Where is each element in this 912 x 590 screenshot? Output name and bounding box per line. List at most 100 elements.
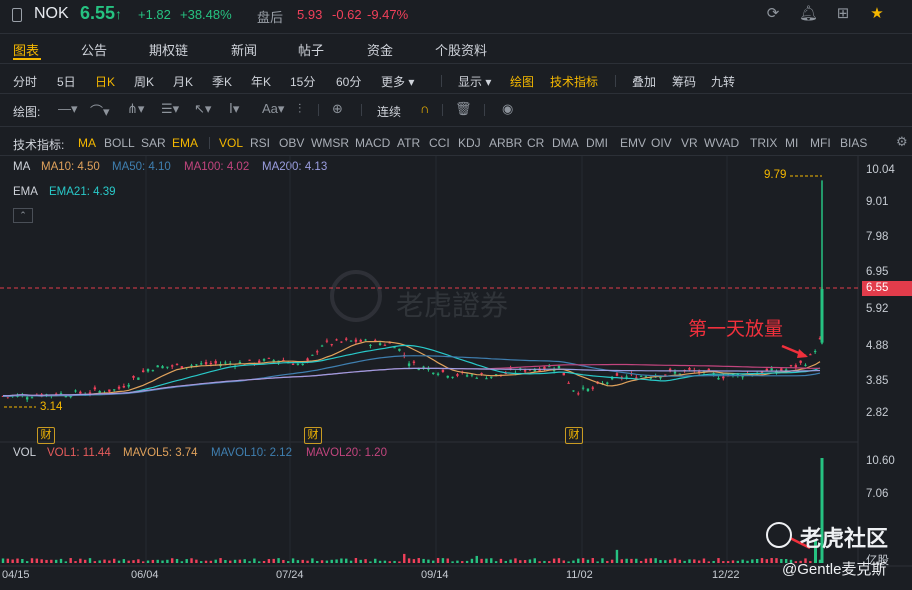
candle-body — [190, 365, 193, 367]
annotation-text: 第一天放量 — [688, 319, 784, 340]
volume-bar — [523, 560, 527, 563]
volume-bar — [775, 558, 778, 563]
candle-body — [320, 345, 324, 347]
volume-bar — [200, 561, 203, 563]
volume-bar — [644, 558, 648, 563]
volume-bar — [499, 558, 503, 563]
candle-body — [548, 366, 551, 368]
volume-bar — [412, 559, 416, 563]
volume-bar — [388, 561, 391, 563]
candle-body — [485, 378, 488, 380]
candle-body — [272, 360, 275, 362]
volume-bar — [702, 558, 706, 563]
volume-bar — [311, 558, 314, 563]
candle-body — [204, 362, 208, 365]
candle-body — [291, 363, 295, 365]
candle-body — [639, 375, 643, 377]
volume-bar — [345, 558, 348, 563]
price-axis-label: 3.85 — [866, 375, 889, 387]
candle-body — [108, 389, 111, 392]
candle-body — [69, 396, 72, 398]
volume-bar — [465, 560, 469, 563]
volume-bar — [369, 561, 372, 563]
volume-bar — [514, 558, 517, 563]
volume-bar — [398, 561, 401, 563]
candle-body — [567, 382, 570, 384]
volume-bar — [562, 560, 565, 563]
candle-body — [804, 364, 807, 366]
volume-bar — [161, 560, 164, 563]
candle-body — [606, 382, 609, 384]
volume-bar — [132, 560, 135, 563]
volume-bar — [325, 560, 329, 563]
volume-bar — [64, 561, 68, 563]
volume-bar — [567, 561, 570, 563]
candle-body — [306, 358, 309, 361]
candle-body — [156, 365, 159, 368]
volume-bar — [722, 561, 725, 563]
volume-bar — [504, 560, 507, 563]
candle-body — [161, 366, 164, 369]
candle-body — [122, 386, 126, 388]
candle-body — [325, 340, 329, 342]
volume-bar — [591, 558, 594, 563]
price-axis-label: 7.98 — [866, 231, 889, 243]
volume-bar — [726, 561, 730, 563]
candle-body — [407, 363, 411, 366]
volume-bar — [291, 558, 295, 563]
price-chart[interactable] — [0, 0, 912, 590]
volume-bar — [552, 558, 556, 563]
candle-body — [789, 365, 793, 367]
volume-bar — [88, 558, 92, 563]
volume-bar — [649, 558, 652, 563]
candle-body — [166, 366, 169, 368]
volume-bar — [253, 558, 256, 563]
candle-body — [557, 365, 561, 369]
volume-bar — [171, 558, 174, 563]
volume-bar — [630, 558, 633, 563]
volume-bar — [741, 559, 744, 563]
date-label: 09/14 — [421, 569, 449, 581]
candle-body — [369, 344, 372, 346]
candle-body — [262, 359, 266, 361]
volume-bar — [770, 558, 773, 563]
date-label: 12/22 — [712, 569, 740, 581]
community-logo-icon — [766, 522, 792, 548]
earnings-marker[interactable]: 财 — [304, 427, 322, 444]
candle-body — [412, 361, 416, 363]
price-axis-label: 10.04 — [866, 164, 895, 176]
candle-body — [354, 339, 358, 342]
volume-bar — [422, 558, 425, 563]
volume-bar — [146, 560, 150, 563]
volume-bar — [204, 560, 208, 563]
candle-body — [794, 365, 798, 368]
volume-bar — [335, 559, 338, 563]
candle-body — [175, 363, 179, 365]
volume-bar — [731, 560, 735, 563]
volume-bar — [490, 558, 493, 563]
volume-bar — [21, 558, 24, 563]
volume-bar — [451, 561, 454, 563]
volume-bar — [693, 559, 696, 563]
volume-bar — [238, 559, 242, 563]
candle-body — [422, 366, 425, 368]
earnings-marker[interactable]: 财 — [565, 427, 583, 444]
volume-bar — [601, 558, 604, 563]
candle-body — [722, 376, 725, 379]
earnings-marker[interactable]: 财 — [37, 427, 55, 444]
candle-body — [345, 338, 348, 340]
candle-body — [465, 375, 469, 377]
volume-bar — [83, 559, 87, 563]
candle-body — [330, 344, 333, 346]
candle-body — [799, 360, 802, 363]
candle-body — [378, 343, 382, 345]
candle-body — [209, 362, 213, 365]
date-label: 11/02 — [566, 569, 593, 581]
volume-bar — [581, 558, 585, 563]
candle-body — [813, 351, 817, 353]
volume-bar — [639, 561, 643, 563]
candle-body — [441, 369, 445, 372]
candle-body — [340, 341, 343, 343]
volume-bar — [509, 559, 512, 563]
volume-bar — [664, 560, 667, 563]
